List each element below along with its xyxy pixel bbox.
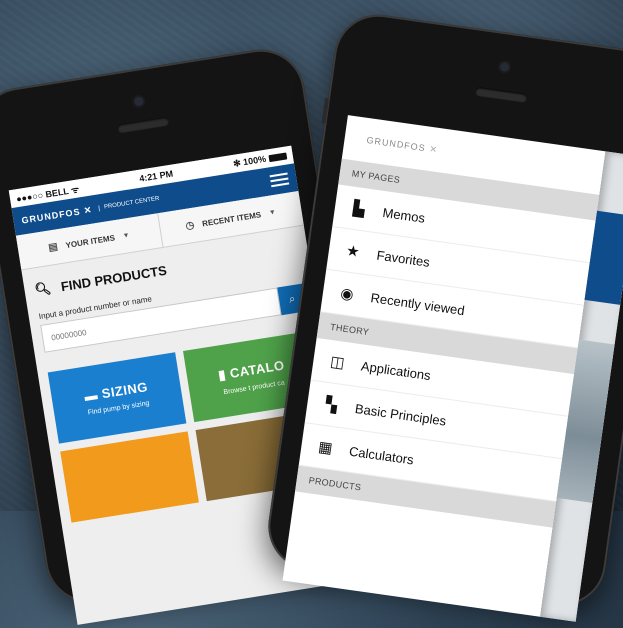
clock-icon: ◷ [184, 219, 196, 232]
memo-icon: ▙ [352, 199, 366, 219]
list-icon: ▤ [47, 240, 59, 254]
speaker [116, 116, 170, 134]
principles-icon: ▚ [324, 395, 339, 415]
header-subtitle: PRODUCT CENTER [97, 195, 160, 212]
search-icon: ⌕ [288, 292, 297, 306]
tab-label: RECENT ITEMS [201, 209, 262, 228]
grundfos-mark-icon: ✕ [428, 143, 439, 155]
speaker [474, 86, 528, 103]
eye-icon: ◉ [339, 284, 355, 304]
calculator-icon: ▦ [317, 438, 334, 458]
caret-down-icon: ▼ [268, 208, 277, 217]
navigation-drawer: GRUNDFOS ✕ MY PAGES ▙ Memos ★ Favorites ◉… [295, 115, 605, 528]
tile-title: ▬ SIZING [83, 379, 149, 404]
orange-tile[interactable] [60, 431, 199, 523]
grundfos-logo: GRUNDFOS ✕ [20, 204, 94, 226]
right-phone-screen: GRUNDFOS ✕ MY PAGES ▙ Memos ★ Favorites ◉… [282, 115, 623, 622]
star-icon: ★ [345, 242, 361, 261]
tile-desc: Browse t product ca [222, 379, 286, 396]
search-icon: 🔍︎ [33, 280, 53, 298]
tile-desc: Find pump by sizing [87, 399, 150, 417]
front-camera [499, 61, 510, 73]
front-camera [133, 96, 145, 107]
tab-label: YOUR ITEMS [64, 232, 116, 250]
applications-icon: ◫ [329, 353, 346, 372]
tile-title: ▮ CATALO [216, 356, 286, 383]
hamburger-menu-icon[interactable] [269, 170, 290, 191]
caret-down-icon: ▼ [122, 231, 131, 240]
status-time: 4:21 PM [138, 168, 174, 184]
battery-icon [268, 152, 288, 162]
sizing-tile[interactable]: ▬ SIZING Find pump by sizing [47, 352, 187, 444]
